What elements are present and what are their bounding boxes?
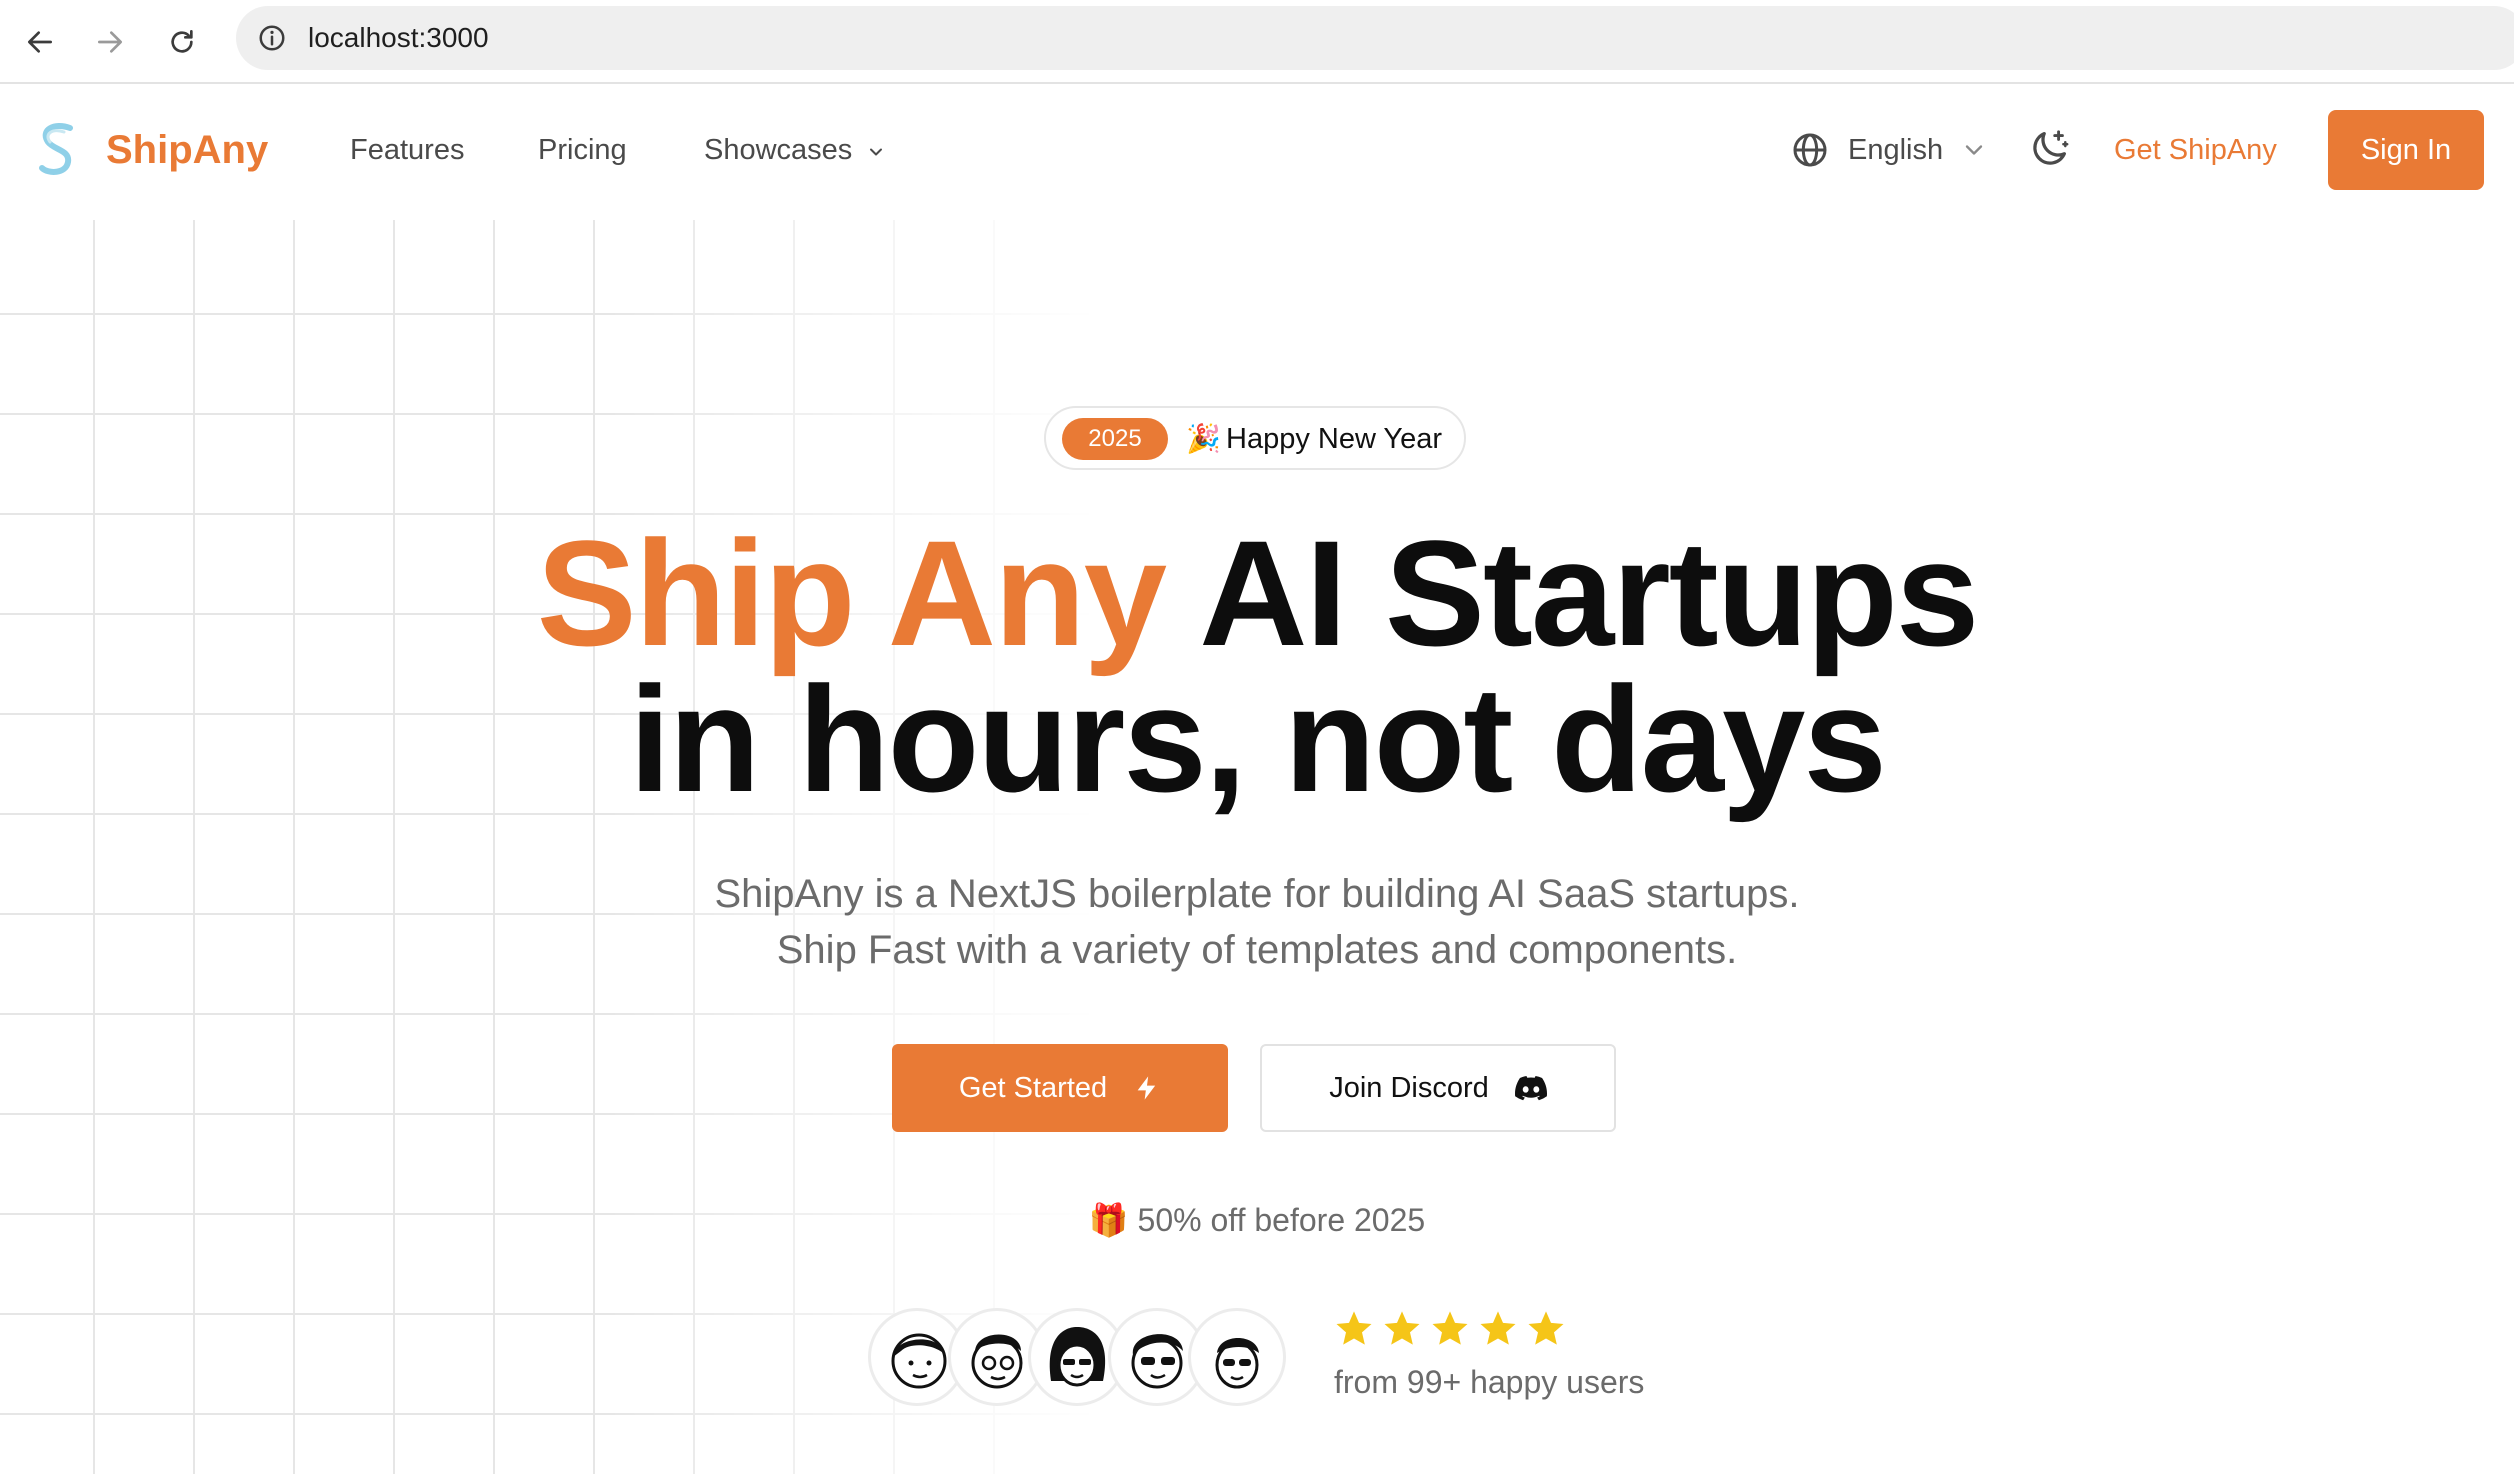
language-selector[interactable]: English [1848, 132, 1943, 168]
offer-label: 50% off before 2025 [1137, 1202, 1426, 1238]
star-icon [1480, 1311, 1516, 1345]
rating-stars [1334, 1308, 1566, 1348]
moon-stars-icon[interactable] [2026, 126, 2072, 172]
subtitle-line-1: ShipAny is a NextJS boilerplate for buil… [714, 872, 1800, 916]
nav-features[interactable]: Features [350, 132, 464, 168]
headline-rest: AI Startups [1199, 509, 1979, 677]
arrow-left-icon [28, 31, 52, 53]
get-shipany-link[interactable]: Get ShipAny [2114, 132, 2277, 168]
site-header: ShipAny Features Pricing Showcases Engli… [0, 86, 2514, 216]
arrow-right-icon [98, 31, 122, 53]
reload-button[interactable] [158, 18, 206, 66]
badge-text: Happy New Year [1226, 423, 1443, 455]
grid-background [0, 220, 1100, 1474]
address-bar[interactable]: localhost:3000 [236, 6, 2514, 70]
chevron-down-icon[interactable] [1960, 136, 1988, 164]
nav-pricing[interactable]: Pricing [538, 132, 627, 168]
headline-line-1: Ship Any AI Startups [0, 518, 2514, 668]
headline-line-2: in hours, not days [629, 655, 1887, 823]
reload-icon [171, 30, 193, 53]
nav-showcases[interactable]: Showcases [704, 132, 852, 168]
star-icon [1384, 1311, 1420, 1345]
announcement-badge[interactable]: 2025 🎉 Happy New Year [1044, 406, 1466, 470]
party-popper-icon: 🎉 [1186, 423, 1221, 454]
back-button[interactable] [16, 18, 64, 66]
join-discord-button[interactable]: Join Discord [1260, 1044, 1616, 1132]
shipany-logo-icon[interactable] [34, 120, 82, 180]
browser-toolbar: localhost:3000 [0, 0, 2514, 84]
avatar [1188, 1308, 1286, 1406]
gift-icon: 🎁 [1088, 1202, 1129, 1238]
chevron-down-icon[interactable] [866, 142, 886, 162]
star-icon [1336, 1311, 1372, 1345]
subtitle-line-2: Ship Fast with a variety of templates an… [776, 928, 1738, 972]
sign-in-button[interactable]: Sign In [2328, 110, 2484, 190]
discord-icon [1514, 1076, 1547, 1101]
get-started-label: Get Started [958, 1071, 1108, 1104]
headline-accent: Ship Any [536, 509, 1167, 677]
url-text[interactable]: localhost:3000 [308, 22, 489, 54]
info-icon[interactable] [252, 18, 292, 58]
get-started-button[interactable]: Get Started [892, 1044, 1228, 1132]
user-avatars [868, 1308, 1288, 1406]
rating-text: from 99+ happy users [1334, 1364, 1645, 1400]
join-discord-label: Join Discord [1329, 1071, 1489, 1104]
star-icon [1432, 1311, 1468, 1345]
hero-headline: Ship Any AI Startups in hours, not days [0, 518, 2514, 823]
hero-subtitle: ShipAny is a NextJS boilerplate for buil… [0, 866, 2514, 978]
offer-text: 🎁 50% off before 2025 [0, 1200, 2514, 1240]
globe-icon[interactable] [1790, 130, 1830, 170]
forward-button[interactable] [86, 18, 134, 66]
year-pill: 2025 [1062, 418, 1168, 460]
logo-text[interactable]: ShipAny [106, 126, 268, 174]
lightning-icon [1137, 1076, 1156, 1100]
star-icon [1528, 1311, 1564, 1345]
